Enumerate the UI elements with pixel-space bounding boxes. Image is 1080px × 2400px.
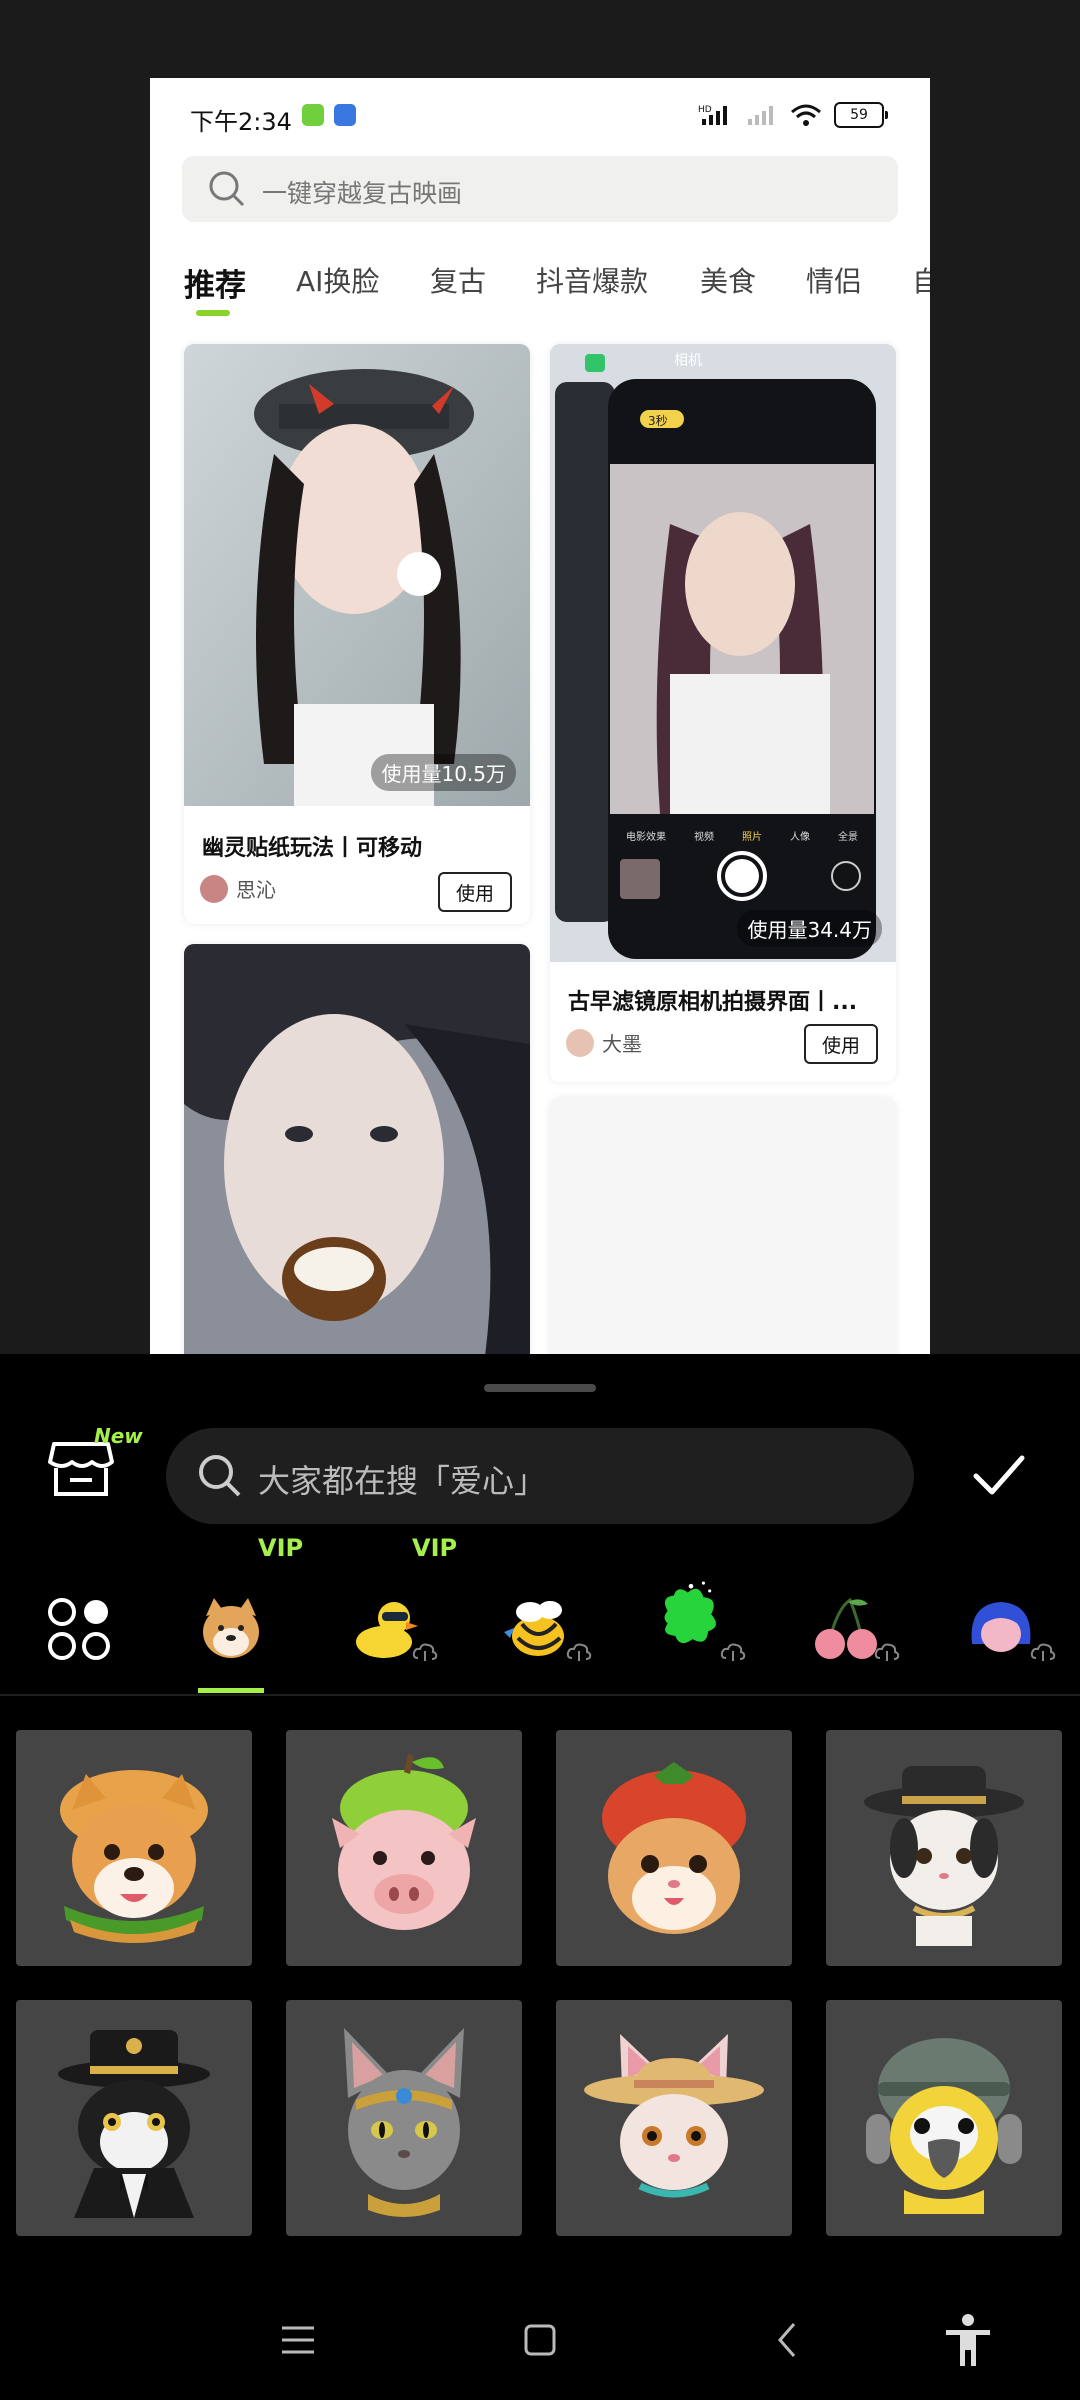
avatar xyxy=(566,1028,594,1057)
tab-douyin[interactable]: 抖音爆款 xyxy=(536,260,648,300)
app-preview: 下午2:34 HD 59 一键穿越复古映画 推荐 AI换脸 复古 抖音爆款 美食… xyxy=(150,78,930,1354)
sticker-item[interactable] xyxy=(556,1730,792,1966)
usage-count: 使用量34.4万 xyxy=(737,910,882,947)
search-icon xyxy=(199,1455,241,1497)
usage-count: 使用量10.5万 xyxy=(371,754,516,791)
tab-couple[interactable]: 情侣 xyxy=(806,260,862,300)
vip-badge: VIP xyxy=(412,1534,458,1562)
status-bar: 下午2:34 HD 59 xyxy=(150,78,930,158)
camera-mode: 全景 xyxy=(838,832,858,843)
menu-icon[interactable] xyxy=(268,2310,328,2370)
wifi-icon xyxy=(791,104,821,126)
cat-tuxedo-sticker xyxy=(58,2030,210,2218)
template-card[interactable]: 相机 3秒 电影效果 视频 照片 人像 全景 使用量34.4万 古早滤镜原相机拍… xyxy=(550,344,896,1082)
sticker-item[interactable] xyxy=(286,1730,522,1966)
status-time: 下午2:34 xyxy=(190,108,292,136)
search-placeholder: 一键穿越复古映画 xyxy=(262,179,463,208)
sticker-item[interactable] xyxy=(286,2000,522,2236)
author-info: 大墨 xyxy=(566,1028,642,1057)
notification-app-icon xyxy=(334,104,356,126)
category-tabs: 推荐 AI换脸 复古 抖音爆款 美食 情侣 自 xyxy=(150,260,930,320)
avatar xyxy=(200,874,228,903)
template-title: 古早滤镜原相机拍摄界面丨... xyxy=(568,990,858,1015)
parrot-helmet-sticker xyxy=(866,2038,1022,2214)
system-nav-bar xyxy=(0,2280,1080,2390)
tab-retro[interactable]: 复古 xyxy=(430,260,486,300)
drag-handle[interactable] xyxy=(484,1384,596,1392)
svg-text:HD: HD xyxy=(698,105,712,115)
download-icon xyxy=(412,1643,438,1661)
sticker-item[interactable] xyxy=(16,2000,252,2236)
author-info: 思沁 xyxy=(200,874,276,903)
camera-mode: 电影效果 xyxy=(626,832,666,843)
template-thumbnail xyxy=(184,944,530,1354)
search-placeholder: 大家都在搜「爱心」 xyxy=(258,1462,547,1500)
cherry-icon[interactable] xyxy=(810,1594,880,1664)
template-card-placeholder[interactable] xyxy=(550,1098,896,1354)
download-icon xyxy=(1030,1643,1056,1661)
sticker-item[interactable] xyxy=(556,2000,792,2236)
download-icon xyxy=(874,1643,900,1661)
sticker-panel: New 大家都在搜「爱心」 VIP VIP xyxy=(0,1354,1080,2400)
category-indicator xyxy=(198,1688,264,1693)
battery-indicator: 59 xyxy=(834,102,888,128)
back-icon[interactable] xyxy=(758,2310,818,2370)
green-blob-icon[interactable] xyxy=(656,1580,726,1650)
sticker-item[interactable] xyxy=(826,2000,1062,2236)
tab-more[interactable]: 自 xyxy=(912,260,930,300)
cat-hat-sticker xyxy=(864,1766,1024,1946)
hamster-tomato-sticker xyxy=(602,1762,746,1934)
sticker-category-bar: VIP VIP xyxy=(0,1534,1080,1684)
template-card[interactable]: 使用量10.5万 幽灵贴纸玩法丨可移动 思沁 使用 xyxy=(184,344,530,924)
shiba-burger-sticker xyxy=(60,1770,208,1943)
confirm-check-icon[interactable] xyxy=(970,1446,1028,1504)
girl-icon[interactable] xyxy=(966,1594,1036,1664)
camera-mode-bar: 电影效果 视频 照片 人像 全景 xyxy=(612,828,872,843)
camera-label: 相机 xyxy=(674,353,702,369)
vip-badge: VIP xyxy=(258,1534,304,1562)
sticker-search-input[interactable]: 大家都在搜「爱心」 xyxy=(166,1428,914,1524)
signal-off-icon xyxy=(748,106,773,125)
search-bar[interactable]: 一键穿越复古映画 xyxy=(182,156,898,222)
template-title: 幽灵贴纸玩法丨可移动 xyxy=(202,836,423,861)
tab-ai-face[interactable]: AI换脸 xyxy=(296,260,379,300)
home-icon[interactable] xyxy=(510,2310,570,2370)
signal-icon: HD xyxy=(698,105,727,125)
camera-mode: 人像 xyxy=(790,832,810,843)
use-button[interactable]: 使用 xyxy=(438,872,512,912)
tab-food[interactable]: 美食 xyxy=(700,260,756,300)
tab-indicator xyxy=(196,310,230,316)
author-name: 大墨 xyxy=(602,1032,642,1056)
camera-mode: 照片 xyxy=(742,832,762,843)
download-icon xyxy=(566,1643,592,1661)
new-badge: New xyxy=(94,1424,143,1448)
divider xyxy=(0,1694,1080,1696)
timer-badge: 3秒 xyxy=(648,414,668,428)
template-thumbnail xyxy=(550,344,896,962)
template-card[interactable] xyxy=(184,944,530,1354)
all-categories-icon[interactable] xyxy=(44,1594,114,1664)
shiba-icon[interactable] xyxy=(196,1594,266,1664)
tab-recommend[interactable]: 推荐 xyxy=(184,260,246,305)
download-icon xyxy=(720,1643,746,1661)
notification-app-icon xyxy=(302,104,324,126)
use-button[interactable]: 使用 xyxy=(804,1024,878,1064)
accessibility-icon[interactable] xyxy=(938,2310,998,2370)
sticker-item[interactable] xyxy=(826,1730,1062,1966)
sticker-item[interactable] xyxy=(16,1730,252,1966)
template-thumbnail xyxy=(184,344,530,806)
duck-icon[interactable] xyxy=(350,1594,420,1664)
search-icon xyxy=(209,171,245,207)
sphynx-cat-sticker xyxy=(344,2028,464,2217)
author-name: 思沁 xyxy=(236,878,276,902)
pig-apple-sticker xyxy=(332,1754,476,1930)
cat-straw-hat-sticker xyxy=(584,2034,764,2198)
camera-mode: 视频 xyxy=(694,832,714,843)
bee-icon[interactable] xyxy=(500,1594,570,1664)
